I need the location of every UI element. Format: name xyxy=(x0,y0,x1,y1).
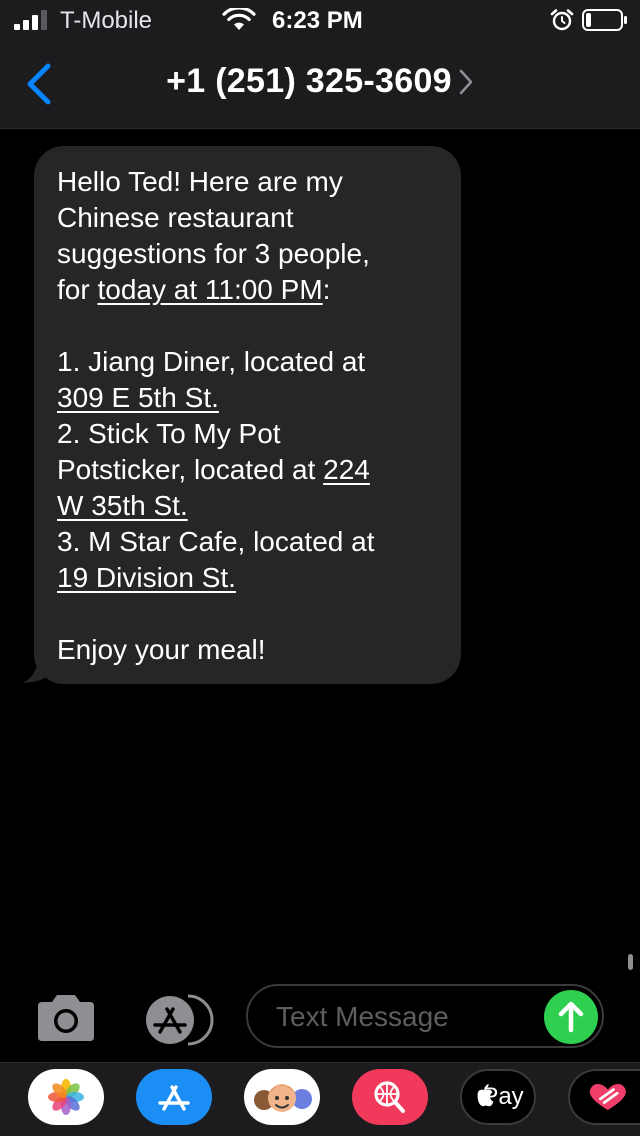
battery-icon xyxy=(582,9,627,31)
message-line: Potsticker, located at 224 xyxy=(57,452,461,488)
message-text: : xyxy=(322,274,331,305)
message-line: for today at 11:00 PM: xyxy=(57,272,461,308)
address-link[interactable]: W 35th St. xyxy=(57,490,188,521)
send-button[interactable] xyxy=(544,990,598,1044)
message-text: for xyxy=(57,274,98,305)
wifi-icon xyxy=(222,8,256,30)
message-text: Potsticker, located at xyxy=(57,454,324,485)
message-line: W 35th St. xyxy=(57,488,461,524)
contact-number: +1 (251) 325-3609 xyxy=(166,62,452,100)
message-field[interactable] xyxy=(246,984,604,1048)
message-line: Enjoy your meal! xyxy=(57,634,266,665)
message-line: suggestions for 3 people, xyxy=(57,238,370,269)
app-store-icon[interactable] xyxy=(136,1069,212,1125)
alarm-clock-icon xyxy=(550,9,574,31)
clock: 6:23 PM xyxy=(272,7,363,34)
message-bubble: Hello Ted! Here are my Chinese restauran… xyxy=(34,146,461,684)
message-line: 3. M Star Cafe, located at xyxy=(57,526,375,557)
date-link[interactable]: today at 11:00 PM xyxy=(97,274,322,305)
message-line: Hello Ted! Here are my xyxy=(57,166,343,197)
status-bar: T-Mobile 6:23 PM xyxy=(0,0,640,40)
compose-bar xyxy=(0,978,640,1062)
message-line: Chinese restaurant xyxy=(57,202,294,233)
apple-pay-icon[interactable]: Pay xyxy=(460,1069,536,1125)
address-link[interactable]: 309 E 5th St. xyxy=(57,382,219,413)
message-line: 19 Division St. xyxy=(57,560,461,596)
conversation-header: +1 (251) 325-3609 xyxy=(0,40,640,129)
battery-level xyxy=(586,13,591,27)
address-link[interactable]: 224 xyxy=(323,454,370,485)
chevron-right-icon xyxy=(459,69,473,94)
messages-screen: T-Mobile 6:23 PM +1 (251) 325-3609 Hello… xyxy=(0,0,640,1136)
memoji-icon[interactable] xyxy=(244,1069,320,1125)
contact-details-button[interactable]: +1 (251) 325-3609 xyxy=(0,62,640,106)
app-store-apps-icon[interactable] xyxy=(138,994,214,1046)
address-link[interactable]: 19 Division St. xyxy=(57,562,236,593)
cellular-signal-icon xyxy=(14,10,50,30)
photos-icon[interactable] xyxy=(28,1069,104,1125)
scrollbar[interactable] xyxy=(628,954,633,970)
web-search-icon[interactable] xyxy=(352,1069,428,1125)
arrow-up-icon xyxy=(558,1001,584,1033)
message-line: 309 E 5th St. xyxy=(57,380,461,416)
digital-touch-icon[interactable] xyxy=(568,1069,640,1125)
imessage-app-drawer: Pay xyxy=(0,1062,640,1136)
camera-icon[interactable] xyxy=(34,992,98,1044)
apple-pay-label: Pay xyxy=(482,1083,524,1110)
incoming-message[interactable]: Hello Ted! Here are my Chinese restauran… xyxy=(20,146,461,684)
message-thread[interactable]: Hello Ted! Here are my Chinese restauran… xyxy=(0,129,640,970)
carrier-name: T-Mobile xyxy=(60,7,153,34)
message-line: 1. Jiang Diner, located at xyxy=(57,346,366,377)
message-input[interactable] xyxy=(274,994,538,1040)
message-line: 2. Stick To My Pot xyxy=(57,418,281,449)
